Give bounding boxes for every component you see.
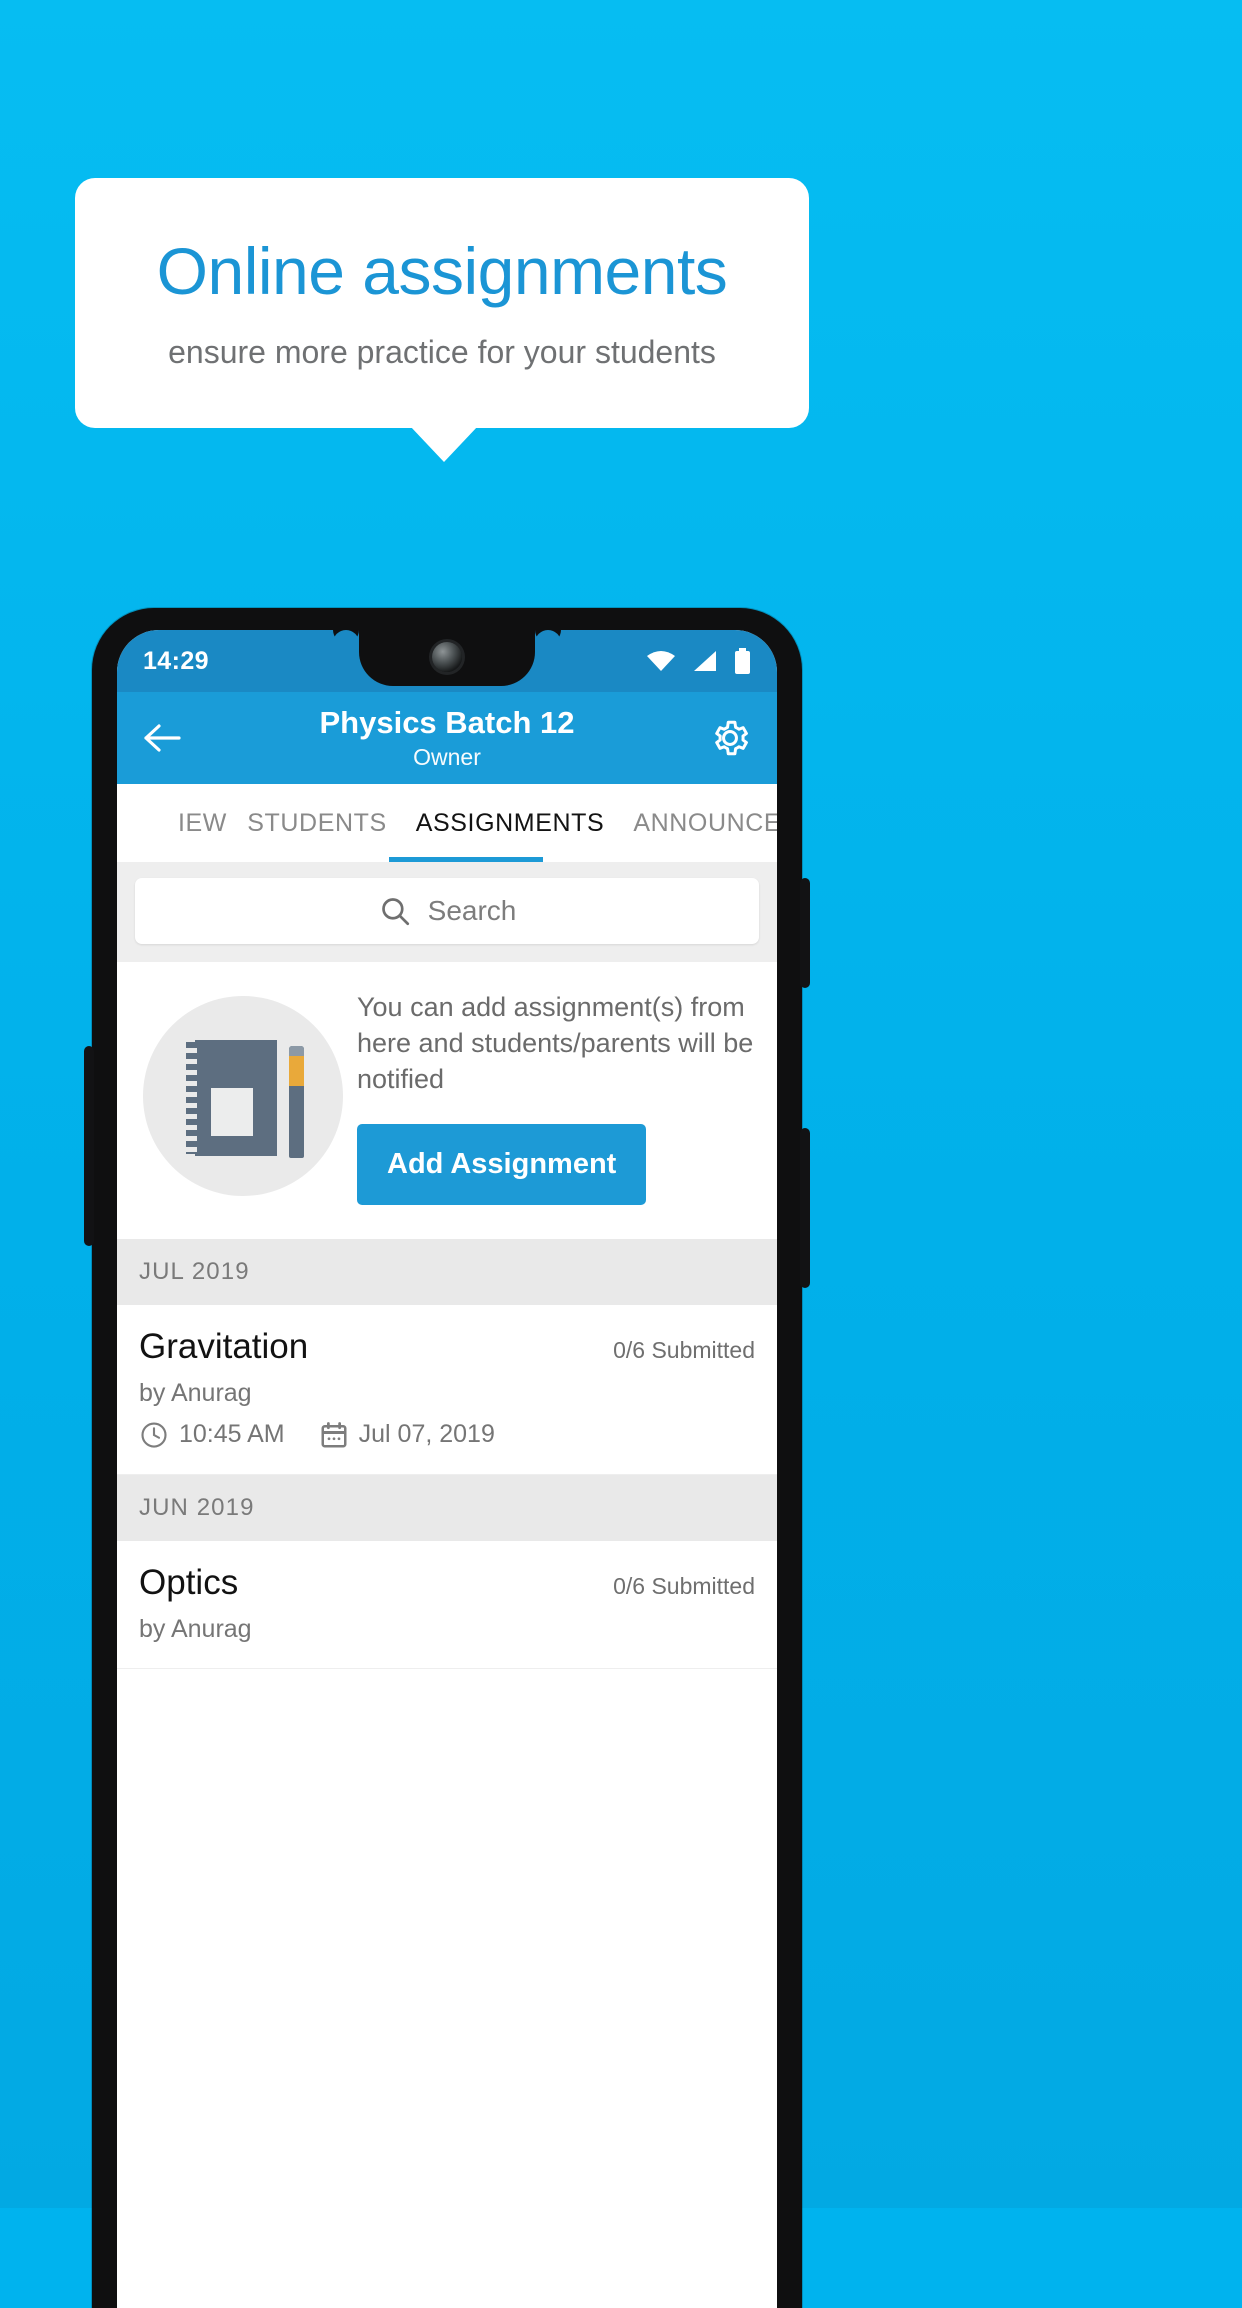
tab-announcements[interactable]: ANNOUNCEM [613, 784, 777, 862]
assignment-title: Gravitation [139, 1326, 309, 1366]
wifi-icon [646, 649, 676, 673]
front-camera [432, 642, 462, 672]
add-assignment-button[interactable]: Add Assignment [357, 1123, 647, 1205]
notebook-body [186, 1040, 277, 1156]
assignment-date: Jul 07, 2019 [358, 1420, 495, 1449]
assignment-list-item[interactable]: Gravitation 0/6 Submitted by Anurag 10:4… [117, 1304, 777, 1475]
phone-volume-button[interactable] [800, 1128, 810, 1288]
assignment-submitted-count: 0/6 Submitted [613, 1572, 755, 1599]
clock-icon [139, 1420, 169, 1450]
active-tab-indicator [389, 857, 543, 862]
notebook-page [211, 1088, 253, 1136]
settings-button[interactable] [709, 717, 751, 759]
page-subtitle: Owner [413, 743, 481, 770]
pen-tip [289, 1046, 304, 1056]
gear-icon [709, 717, 751, 759]
assignment-title: Optics [139, 1562, 239, 1602]
status-bar-clock: 14:29 [143, 646, 209, 675]
status-bar: 14:29 [117, 630, 777, 692]
battery-icon [734, 648, 751, 674]
back-arrow-icon [143, 723, 181, 753]
assignment-header-row: Optics 0/6 Submitted [139, 1563, 755, 1603]
assignment-author: by Anurag [139, 1614, 252, 1643]
assignment-header-row: Gravitation 0/6 Submitted [139, 1327, 755, 1367]
tab-assignments[interactable]: ASSIGNMENTS [407, 784, 613, 862]
phone-screen: 14:29 Physics Batch 12 Owner IEW STUDENT… [117, 630, 777, 2308]
tab-announcements-label: ANNOUNCEM [633, 808, 777, 837]
tab-bar: IEW STUDENTS ASSIGNMENTS ANNOUNCEM [117, 784, 777, 862]
promo-callout-bubble: Online assignments ensure more practice … [75, 178, 809, 428]
empty-state-message: You can add assignment(s) from here and … [357, 992, 754, 1094]
promo-subtitle: ensure more practice for your students [168, 333, 716, 370]
calendar-icon [319, 1420, 349, 1450]
assignment-list-item[interactable]: Optics 0/6 Submitted by Anurag [117, 1540, 777, 1669]
signal-icon [692, 649, 718, 673]
promo-bubble-tail [410, 426, 478, 462]
month-header-jun: JUN 2019 [117, 1474, 777, 1541]
tab-overview[interactable]: IEW [117, 784, 227, 862]
search-input[interactable]: Search [135, 878, 759, 944]
month-header-jul: JUL 2019 [117, 1238, 777, 1305]
assignment-time: 10:45 AM [179, 1420, 285, 1449]
tab-assignments-label: ASSIGNMENTS [415, 808, 605, 837]
app-bar: Physics Batch 12 Owner [117, 692, 777, 784]
search-placeholder: Search [427, 895, 517, 926]
empty-state-content: You can add assignment(s) from here and … [353, 990, 755, 1205]
phone-notch [359, 630, 535, 686]
phone-power-button[interactable] [800, 878, 810, 988]
status-bar-icons [646, 648, 755, 674]
tab-overview-label: IEW [177, 808, 227, 837]
page-title: Physics Batch 12 [319, 705, 575, 741]
app-bar-titles: Physics Batch 12 Owner [117, 705, 777, 771]
back-button[interactable] [143, 723, 181, 753]
search-section: Search [117, 862, 777, 962]
notebook-rings [186, 1042, 197, 1154]
notebook-pen-icon [143, 996, 343, 1196]
phone-side-button[interactable] [84, 1046, 94, 1246]
empty-state-card: You can add assignment(s) from here and … [117, 962, 777, 1239]
search-icon [378, 894, 412, 928]
promo-title: Online assignments [156, 234, 728, 309]
phone-device-frame: 14:29 Physics Batch 12 Owner IEW STUDENT… [84, 608, 810, 2308]
assignment-meta-row: 10:45 AM Jul 07, 2019 [139, 1420, 755, 1450]
tab-students-label: STUDENTS [247, 808, 387, 837]
tab-students[interactable]: STUDENTS [227, 784, 407, 862]
assignment-submitted-count: 0/6 Submitted [613, 1336, 755, 1363]
assignment-author: by Anurag [139, 1378, 252, 1407]
